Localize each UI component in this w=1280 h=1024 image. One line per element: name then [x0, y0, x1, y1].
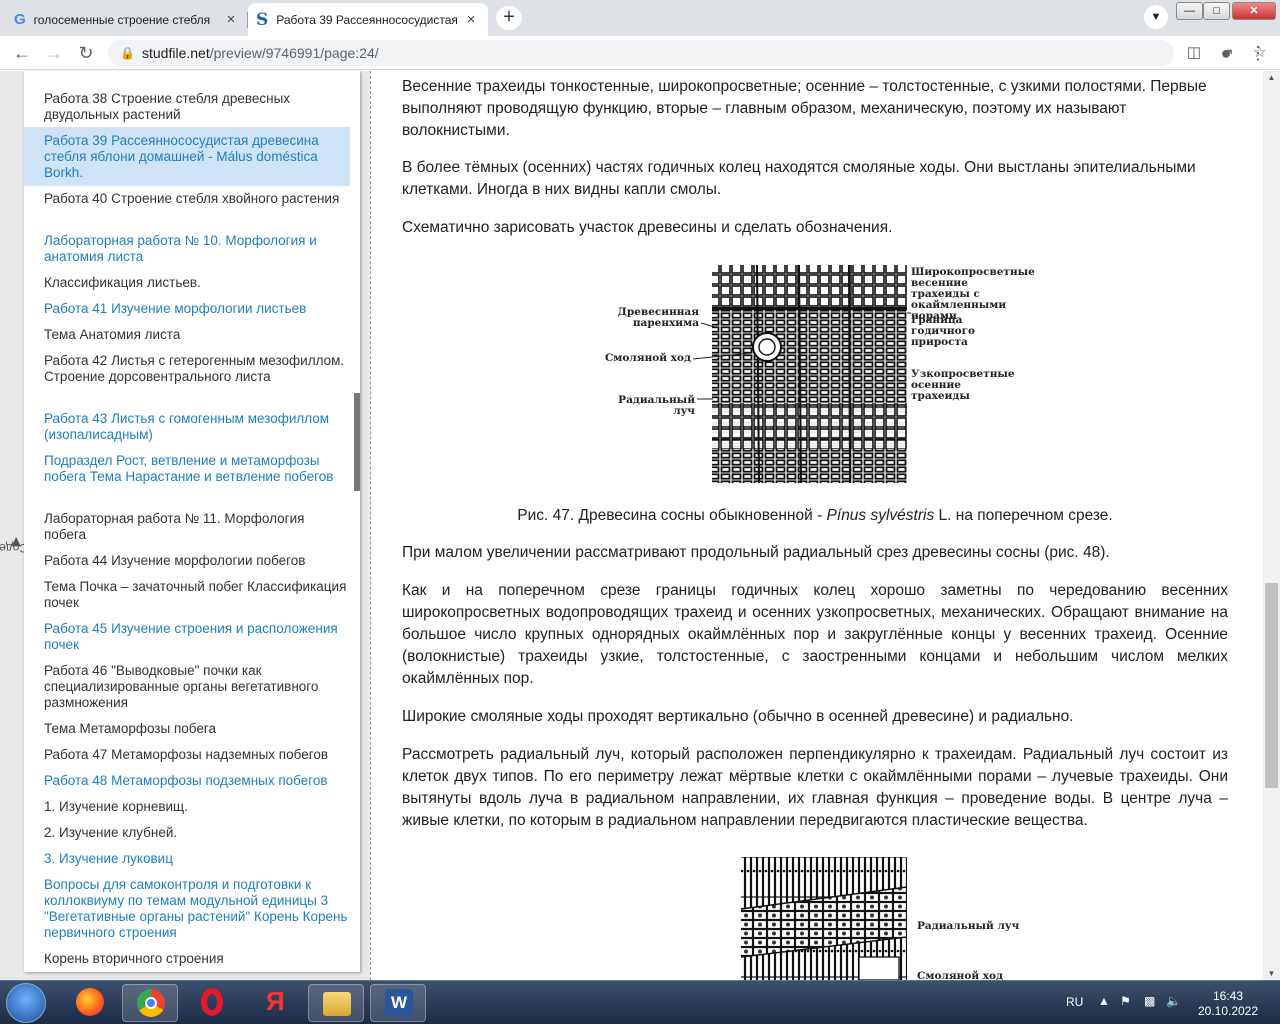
volume-icon[interactable]: 🔈 [1166, 994, 1181, 1008]
label-ring-boundary: Граница годичного прироста [911, 314, 976, 348]
studfile-icon: S [256, 9, 269, 30]
window-close-button[interactable]: ✕ [1232, 2, 1276, 20]
toc-item[interactable]: 3. Изучение луковиц [24, 851, 350, 867]
clock-date: 20.10.2022 [1197, 1004, 1259, 1018]
browser-toolbar: ← → ↻ 🔒 studfile.net/preview/9746991/pag… [0, 36, 1280, 70]
tab-title: Работа 39 Рассеяннососудистая [276, 12, 458, 27]
address-bar[interactable]: 🔒 studfile.net/preview/9746991/page:24/ … [108, 40, 1266, 66]
toc-panel: Работа 38 Строение стебля древесных двуд… [24, 71, 360, 972]
window-minimize-button[interactable]: — [1176, 2, 1203, 20]
toc-scrollbar-thumb[interactable] [354, 393, 360, 491]
toc-item[interactable]: Лабораторная работа № 10. Морфология и а… [24, 233, 350, 265]
forward-arrow-icon[interactable]: → [40, 39, 68, 67]
figure-leader-lines [692, 312, 911, 400]
back-arrow-icon[interactable]: ← [8, 39, 36, 67]
system-clock[interactable]: 16:43 20.10.2022 [1196, 989, 1260, 1019]
taskbar-firefox[interactable] [62, 984, 118, 1022]
taskbar-opera[interactable] [184, 984, 240, 1022]
menu-kebab-icon[interactable]: ⋮ [1244, 39, 1272, 67]
folder-icon [323, 992, 351, 1016]
scroll-up-icon[interactable]: ▲ [1263, 73, 1280, 82]
paragraph: При малом увеличении рассматривают продо… [402, 544, 1110, 561]
figure-pine-radial-section [740, 857, 908, 980]
close-icon[interactable]: × [462, 11, 480, 28]
clock-time: 16:43 [1212, 989, 1244, 1003]
taskbar-word[interactable]: W [370, 984, 426, 1022]
page-scrollbar[interactable]: ▲ ▼ [1263, 71, 1280, 980]
window-maximize-button[interactable]: □ [1203, 2, 1230, 20]
toc-item[interactable]: Работа 41 Изучение морфологии листьев [24, 301, 350, 317]
toc-item[interactable]: Тема Почка – зачаточный побег Классифика… [24, 579, 350, 611]
toc-item[interactable]: Работа 45 Изучение строения и расположен… [24, 621, 350, 653]
tab-title: голосеменные строение стебля [33, 12, 211, 27]
toc-item[interactable]: Работа 46 "Выводковые" почки как специал… [24, 663, 350, 711]
lock-icon: 🔒 [120, 46, 135, 60]
google-icon: G [14, 11, 26, 28]
start-button[interactable] [6, 983, 46, 1023]
scroll-down-icon[interactable]: ▼ [1263, 969, 1280, 978]
tray-expand-icon[interactable]: ▲ [1098, 994, 1110, 1008]
url-host: studfile.net [142, 45, 210, 61]
label-narrow-tracheids: Узкопросветные осенние трахеиды [911, 368, 1015, 402]
paragraph: Весенние трахеиды тонкостенные, широкопр… [402, 78, 1207, 139]
network-icon[interactable]: ▩ [1144, 994, 1155, 1008]
taskbar-chrome[interactable] [122, 984, 178, 1022]
toc-item[interactable]: Тема Анатомия листа [24, 327, 350, 343]
tab-studfile-active[interactable]: S Работа 39 Рассеяннососудистая × [248, 3, 488, 36]
close-icon[interactable]: × [222, 11, 240, 28]
toc-item[interactable]: Работа 38 Строение стебля древесных двуд… [24, 91, 350, 123]
action-center-flag-icon[interactable]: ⚑ [1120, 994, 1131, 1008]
figure-caption: Рис. 47. Древесина сосны обыкновенной - … [517, 507, 1113, 524]
document-content: Весенние трахеиды тонкостенные, широкопр… [370, 71, 1263, 980]
toc-item[interactable]: 2. Изучение клубней. [24, 825, 350, 841]
yandex-icon: Я [266, 986, 285, 1016]
paragraph: Схематично зарисовать участок древесины … [402, 219, 893, 236]
paragraph: В более тёмных (осенних) частях годичных… [402, 159, 1196, 198]
toc-item[interactable]: 1. Изучение корневищ. [24, 799, 350, 815]
profile-avatar-icon[interactable]: ● [1212, 39, 1240, 67]
toc-label: ◀ Содержание [0, 537, 28, 555]
toc-item[interactable]: Работа 40 Строение стебля хвойного расте… [24, 191, 350, 207]
toc-item[interactable]: Работа 47 Метаморфозы надземных побегов [24, 747, 350, 763]
chrome-icon [137, 989, 165, 1017]
toc-item[interactable]: Тема Метаморфозы побега [24, 721, 350, 737]
toc-item[interactable]: Работа 44 Изучение морфологии побегов [24, 553, 350, 569]
windows-taskbar: Я W RU ▲ ⚑ ▩ 🔈 16:43 20.10.2022 [0, 980, 1280, 1024]
scrollbar-thumb[interactable] [1265, 583, 1278, 788]
toc-item[interactable]: Работа 43 Листья с гомогенным мезофиллом… [24, 411, 350, 443]
language-indicator[interactable]: RU [1066, 995, 1083, 1009]
word-icon: W [385, 989, 413, 1017]
label-radial-ray-2: Радиальный луч [917, 920, 1020, 932]
url-path: /preview/9746991/page:24/ [209, 45, 379, 61]
opera-icon [201, 988, 223, 1016]
label-resin-duct-2: Смоляной ход [917, 970, 1004, 981]
taskbar-yandex[interactable]: Я [246, 984, 302, 1022]
side-panel-icon[interactable]: ◫ [1180, 39, 1208, 67]
toc-item[interactable]: Классификация листьев. [24, 275, 350, 291]
toc-item[interactable]: Работа 48 Метаморфозы подземных побегов [24, 773, 350, 789]
toc-item[interactable]: Лабораторная работа № 11. Морфология поб… [24, 511, 350, 543]
tab-search-button[interactable]: ▼ [1144, 5, 1168, 29]
taskbar-explorer[interactable] [308, 984, 364, 1022]
toc-item[interactable]: Подраздел Рост, ветвление и метаморфозы … [24, 453, 350, 485]
toc-sidebar: ◀ Содержание Работа 38 Строение стебля д… [0, 71, 370, 980]
new-tab-button[interactable]: + [496, 6, 522, 30]
paragraph: Рассмотреть радиальный луч, который расп… [402, 746, 1228, 829]
tab-bar: G голосеменные строение стебля × S Работ… [0, 0, 1280, 36]
paragraph: Широкие смоляные ходы проходят вертикаль… [402, 708, 1074, 725]
toc-item[interactable]: Вопросы для самоконтроля и подготовки к … [24, 877, 350, 941]
toc-item[interactable]: Работа 42 Листья с гетерогенным мезофилл… [24, 353, 350, 385]
firefox-icon [76, 988, 104, 1016]
toc-item-active[interactable]: Работа 39 Рассеяннососудистая древесина … [24, 127, 350, 186]
reload-icon[interactable]: ↻ [72, 39, 100, 67]
toc-item[interactable]: Корень вторичного строения [24, 951, 350, 967]
tab-google-search[interactable]: G голосеменные строение стебля × [6, 3, 248, 36]
paragraph: Как и на поперечном срезе границы годичн… [402, 582, 1228, 687]
